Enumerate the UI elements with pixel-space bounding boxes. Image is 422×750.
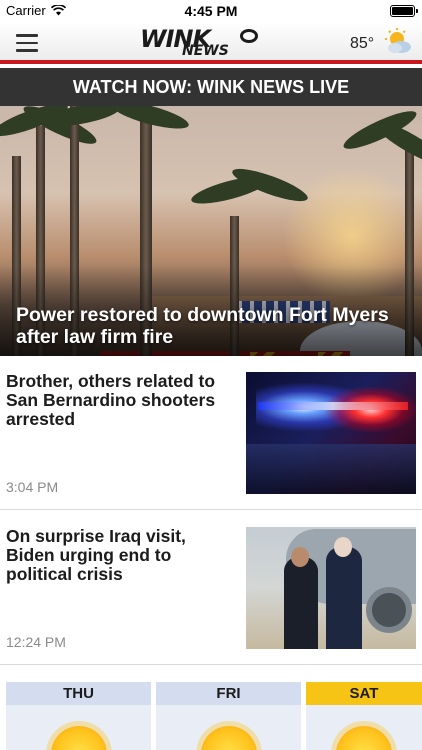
status-time: 4:45 PM [184, 3, 238, 19]
current-temperature[interactable]: 85° [350, 35, 374, 53]
battery-icon [390, 5, 418, 17]
forecast-day-thu[interactable]: THU [6, 682, 151, 750]
story-thumbnail-police-lights[interactable] [246, 372, 416, 494]
forecast-day-label: THU [6, 682, 151, 705]
wink-news-logo[interactable]: WINK NEWS [140, 25, 260, 59]
hero-story[interactable]: Power restored to downtown Fort Myers af… [0, 106, 422, 356]
story-card[interactable]: On surprise Iraq visit, Biden urging end… [0, 511, 422, 665]
hamburger-menu-icon[interactable] [16, 34, 38, 52]
sun-icon [50, 726, 107, 750]
hero-headline[interactable]: Power restored to downtown Fort Myers af… [16, 304, 396, 348]
watch-live-banner[interactable]: WATCH NOW: WINK NEWS LIVE [0, 68, 422, 106]
story-timestamp: 12:24 PM [6, 634, 66, 650]
status-bar: Carrier 4:45 PM [0, 0, 422, 22]
logo-eye-icon [240, 29, 258, 43]
sun-icon [336, 726, 392, 750]
app-header: WINK NEWS 85° [0, 22, 422, 64]
watch-live-label: WATCH NOW: WINK NEWS LIVE [72, 76, 350, 97]
partly-sunny-icon[interactable] [383, 27, 413, 55]
story-headline[interactable]: On surprise Iraq visit, Biden urging end… [6, 527, 234, 584]
forecast-day-sat[interactable]: SAT [306, 682, 422, 750]
story-card[interactable]: Brother, others related to San Bernardin… [0, 356, 422, 510]
forecast-strip: THU FRI SAT [0, 666, 422, 750]
story-timestamp: 3:04 PM [6, 479, 59, 495]
sun-icon [200, 726, 257, 750]
forecast-day-label: FRI [156, 682, 301, 705]
logo-subtitle: NEWS [182, 43, 229, 59]
forecast-day-label: SAT [306, 682, 422, 705]
story-thumbnail-biden-handshake[interactable] [246, 527, 416, 649]
forecast-day-fri[interactable]: FRI [156, 682, 301, 750]
story-headline[interactable]: Brother, others related to San Bernardin… [6, 372, 234, 429]
